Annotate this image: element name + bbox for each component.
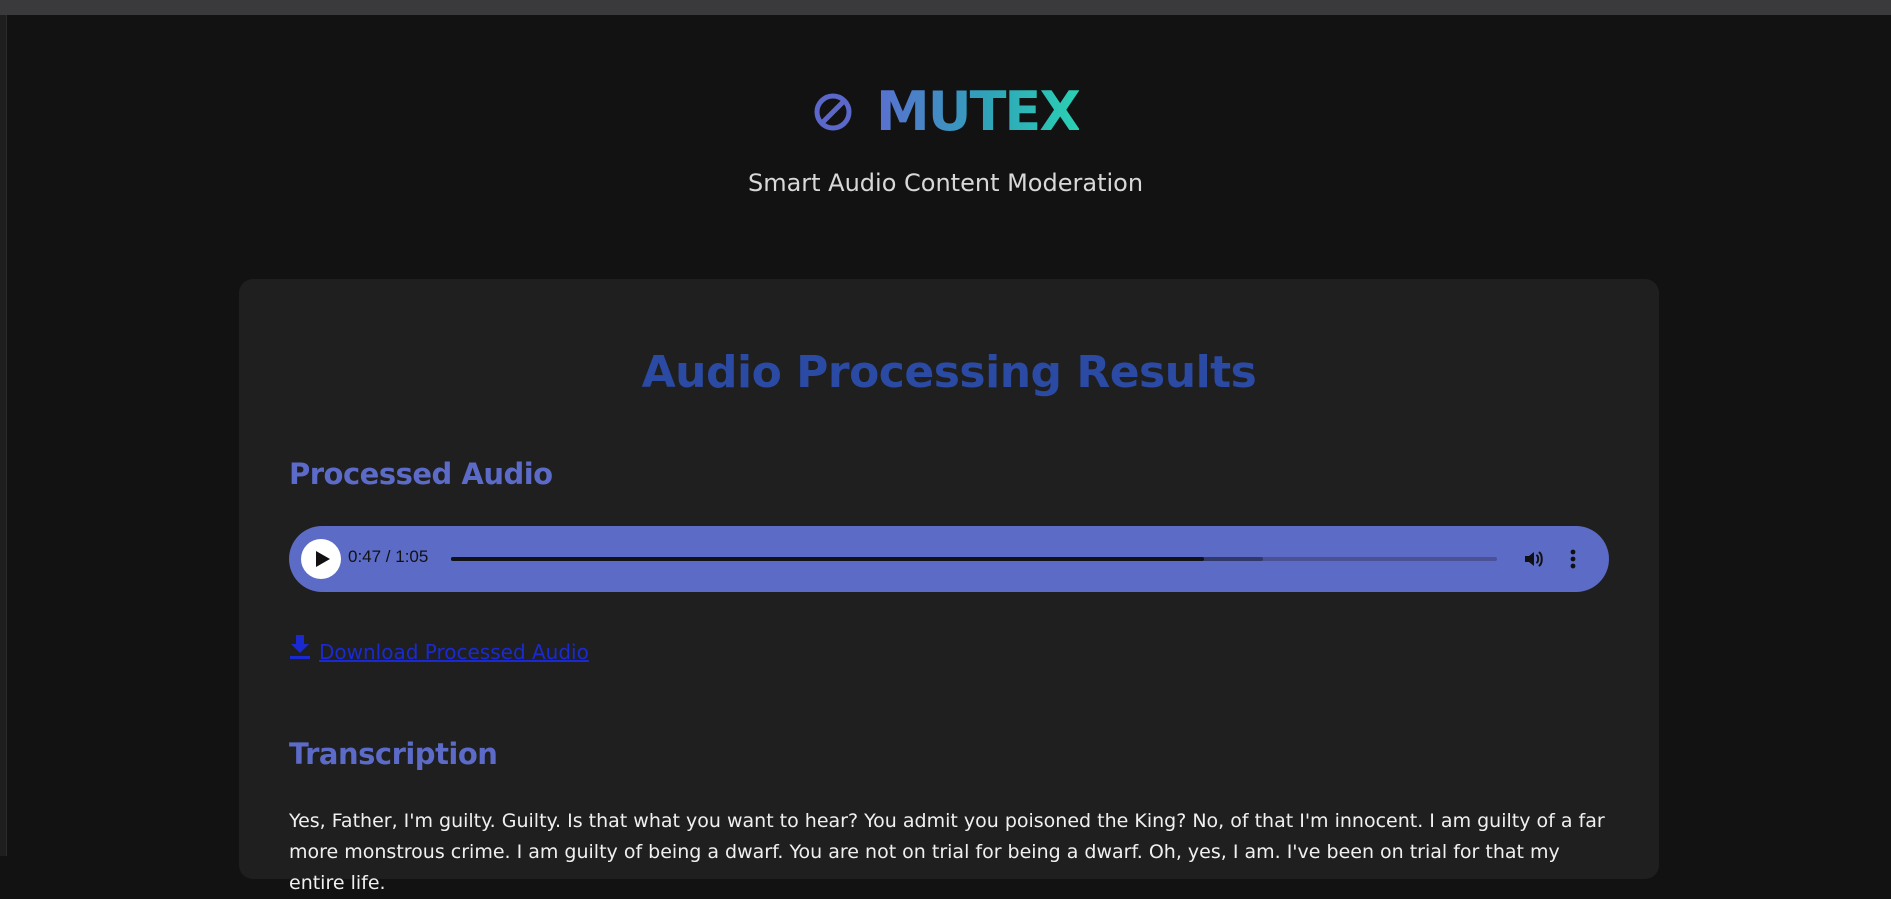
playback-progress xyxy=(451,557,1205,561)
audio-player[interactable]: 0:47 / 1:05 xyxy=(289,526,1609,592)
app-header: MUTEX Smart Audio Content Moderation xyxy=(0,15,1891,198)
prohibited-icon xyxy=(812,91,854,133)
download-icon xyxy=(289,634,311,664)
time-display: 0:47 / 1:05 xyxy=(348,547,429,566)
results-title: Audio Processing Results xyxy=(641,347,1257,398)
transcription-text: Yes, Father, I'm guilty. Guilty. Is that… xyxy=(289,810,1605,894)
volume-icon xyxy=(1525,551,1543,567)
more-options-button[interactable] xyxy=(1566,547,1580,571)
play-button[interactable] xyxy=(301,539,341,579)
download-processed-audio-link[interactable]: Download Processed Audio xyxy=(319,640,589,664)
transcription-heading: Transcription xyxy=(289,737,498,771)
processed-audio-heading: Processed Audio xyxy=(289,457,553,491)
results-card: Audio Processing Results Processed Audio… xyxy=(239,279,1659,894)
seek-bar[interactable] xyxy=(451,557,1497,561)
download-row: Download Processed Audio xyxy=(289,634,589,664)
brand: MUTEX xyxy=(812,80,1081,143)
window-title-bar xyxy=(0,0,1891,15)
app-title: MUTEX xyxy=(876,80,1081,143)
more-vert-icon xyxy=(1570,549,1576,569)
volume-button[interactable] xyxy=(1522,547,1546,571)
app-tagline: Smart Audio Content Moderation xyxy=(747,169,1144,197)
